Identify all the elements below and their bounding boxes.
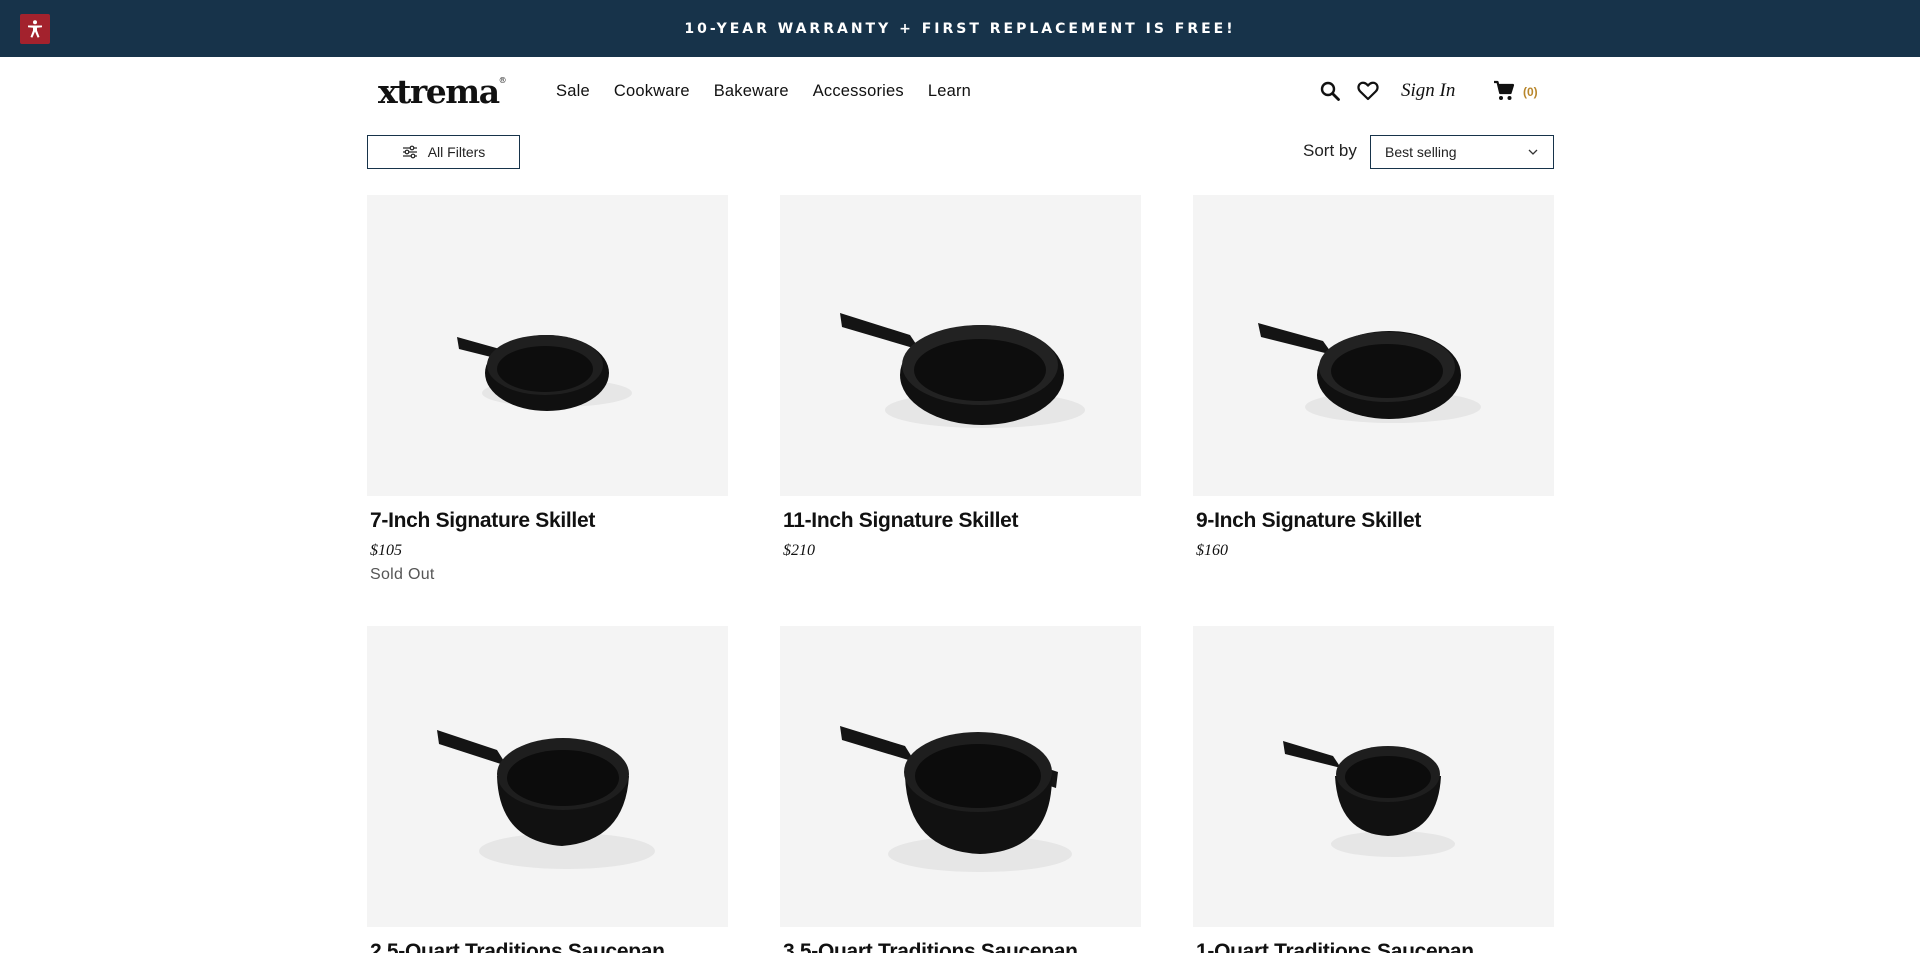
product-card[interactable]: 11-Inch Signature Skillet $210 (780, 195, 1141, 560)
product-card[interactable]: 3.5-Quart Traditions Saucepan (780, 626, 1141, 953)
cart-button[interactable] (1492, 79, 1516, 103)
product-status: Sold Out (370, 566, 435, 583)
wishlist-button[interactable] (1356, 79, 1380, 103)
nav-learn[interactable]: Learn (928, 82, 971, 101)
product-image[interactable] (780, 626, 1141, 927)
site-header: xtrema® Sale Cookware Bakeware Accessori… (0, 57, 1920, 127)
announcement-bar: 10-YEAR WARRANTY + FIRST REPLACEMENT IS … (0, 0, 1920, 57)
skillet-image (457, 335, 632, 411)
search-icon (1320, 81, 1340, 101)
nav-sale[interactable]: Sale (556, 82, 590, 101)
sort-select[interactable]: Best selling (1370, 135, 1554, 169)
skillet-image (1258, 323, 1481, 423)
accessibility-icon (28, 20, 42, 38)
nav-accessories[interactable]: Accessories (813, 82, 904, 101)
main-nav: Sale Cookware Bakeware Accessories Learn (556, 82, 971, 101)
saucepan-image (840, 726, 1072, 872)
sort-value: Best selling (1385, 144, 1457, 160)
product-title[interactable]: 1-Quart Traditions Saucepan (1196, 940, 1554, 953)
product-title[interactable]: 7-Inch Signature Skillet (370, 509, 728, 533)
announcement-text: 10-YEAR WARRANTY + FIRST REPLACEMENT IS … (684, 20, 1236, 37)
product-image[interactable] (367, 195, 728, 496)
saucepan-image (437, 730, 655, 869)
accessibility-button[interactable] (20, 14, 50, 44)
product-image[interactable] (1193, 195, 1554, 496)
product-card[interactable]: 9-Inch Signature Skillet $160 (1193, 195, 1554, 560)
chevron-down-icon (1528, 149, 1538, 155)
filter-sliders-icon (402, 145, 417, 159)
product-price: $105 (370, 542, 402, 559)
sign-in-link[interactable]: Sign In (1401, 80, 1455, 102)
nav-cookware[interactable]: Cookware (614, 82, 690, 101)
logo[interactable]: xtrema® (378, 72, 507, 111)
cart-count: (0) (1523, 85, 1538, 99)
product-title[interactable]: 9-Inch Signature Skillet (1196, 509, 1554, 533)
nav-bakeware[interactable]: Bakeware (714, 82, 789, 101)
skillet-image (840, 313, 1085, 428)
product-card[interactable]: 2.5-Quart Traditions Saucepan (367, 626, 728, 953)
product-title[interactable]: 3.5-Quart Traditions Saucepan (783, 940, 1141, 953)
product-image[interactable] (367, 626, 728, 927)
product-price: $160 (1196, 542, 1228, 559)
cart-icon (1494, 80, 1515, 100)
logo-text: xtrema (378, 72, 500, 111)
logo-registered-mark: ® (498, 76, 507, 85)
all-filters-button[interactable]: All Filters (367, 135, 520, 169)
search-button[interactable] (1318, 79, 1342, 103)
product-title[interactable]: 11-Inch Signature Skillet (783, 509, 1141, 533)
product-card[interactable]: 1-Quart Traditions Saucepan (1193, 626, 1554, 953)
sort-label: Sort by (1303, 141, 1357, 160)
heart-icon (1357, 81, 1379, 101)
product-image[interactable] (780, 195, 1141, 496)
product-title[interactable]: 2.5-Quart Traditions Saucepan (370, 940, 728, 953)
saucepan-image (1283, 741, 1455, 857)
product-card[interactable]: 7-Inch Signature Skillet $105 Sold Out (367, 195, 728, 584)
product-price: $210 (783, 542, 815, 559)
product-image[interactable] (1193, 626, 1554, 927)
all-filters-label: All Filters (427, 144, 486, 160)
